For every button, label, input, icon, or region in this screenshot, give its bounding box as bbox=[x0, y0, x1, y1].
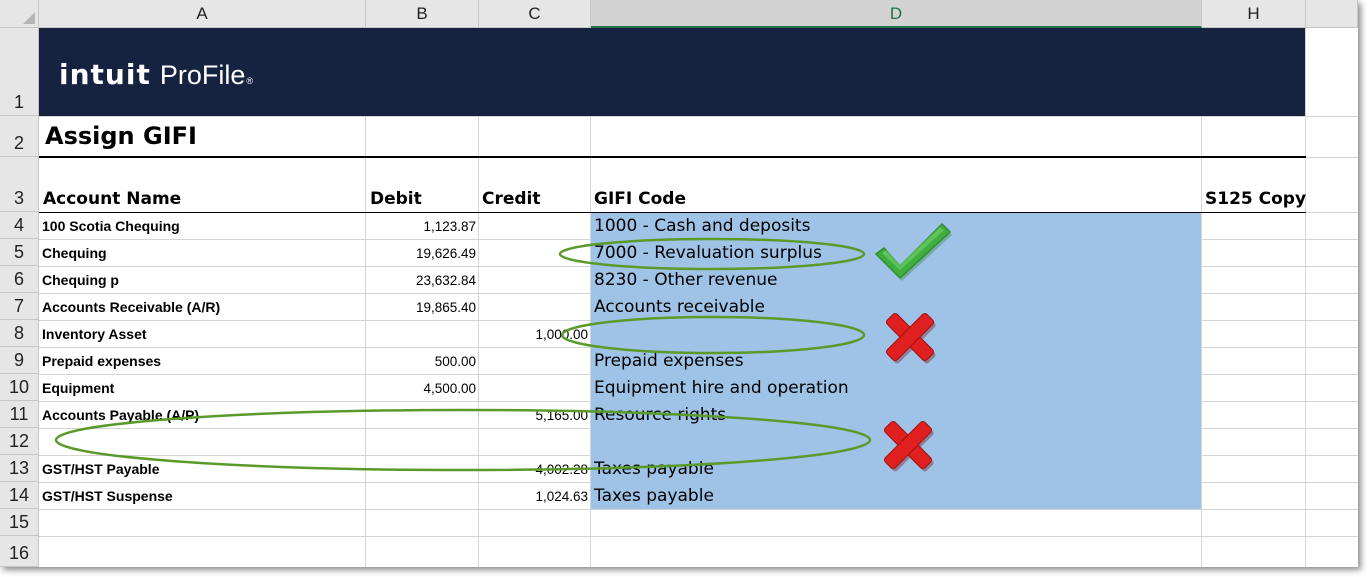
red-x-icon bbox=[883, 420, 934, 472]
spreadsheet: A B C D H 1 2 3 4 5 6 7 8 9 10 11 12 13 … bbox=[0, 0, 1358, 567]
highlight-ellipse-inventory bbox=[560, 315, 866, 355]
green-checkmark-icon bbox=[874, 222, 952, 281]
red-x-icon bbox=[885, 312, 936, 364]
annotation-overlay bbox=[54, 222, 952, 472]
highlight-ellipse-revaluation bbox=[558, 237, 866, 271]
highlight-ellipse-blank-row bbox=[54, 408, 872, 472]
